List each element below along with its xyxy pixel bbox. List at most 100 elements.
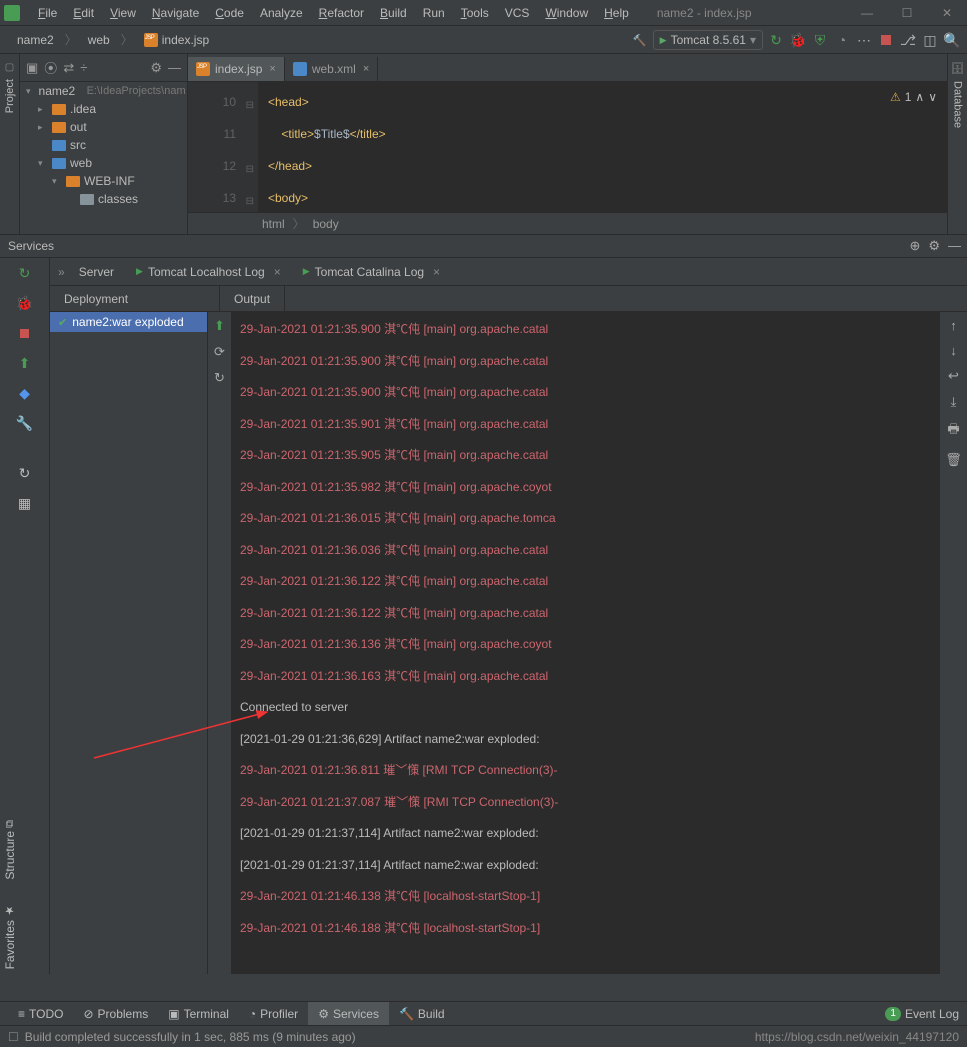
- breadcrumb-root[interactable]: name2: [8, 29, 63, 51]
- tree-src[interactable]: src: [20, 136, 187, 154]
- menu-vcs[interactable]: VCS: [497, 0, 538, 26]
- vcs-icon[interactable]: ⎇: [899, 31, 917, 49]
- col-deployment[interactable]: Deployment: [50, 286, 220, 311]
- hide-icon[interactable]: —: [168, 60, 181, 75]
- close-icon[interactable]: ×: [363, 63, 369, 75]
- menu-run[interactable]: Run: [415, 0, 453, 26]
- menu-edit[interactable]: Edit: [65, 0, 102, 26]
- menu-help[interactable]: Help: [596, 0, 637, 26]
- event-log-tab[interactable]: Event Log: [905, 1007, 959, 1021]
- tree-root[interactable]: ▾name2 E:\IdeaProjects\nam: [20, 82, 187, 100]
- console-line: 29-Jan-2021 01:21:36.122 淇℃伅 [main] org.…: [240, 598, 931, 630]
- code-token: $Title$: [314, 127, 350, 141]
- proj-sel-icon[interactable]: ▣: [26, 60, 38, 76]
- deploy-up-icon[interactable]: ⬆: [214, 318, 225, 334]
- debug-icon[interactable]: 🐞: [16, 294, 34, 312]
- menu-refactor[interactable]: Refactor: [311, 0, 372, 26]
- run-button[interactable]: ↻: [767, 31, 785, 49]
- tab-todo[interactable]: ≡ TODO: [8, 1002, 73, 1026]
- tab-web-xml[interactable]: web.xml×: [285, 57, 378, 81]
- tab-profiler[interactable]: ◔ Profiler: [239, 1002, 308, 1026]
- proj-collapse-icon[interactable]: ÷: [80, 60, 87, 75]
- menu-tools[interactable]: Tools: [453, 0, 497, 26]
- hide-icon[interactable]: —: [948, 238, 961, 254]
- tab-terminal[interactable]: ▣ Terminal: [158, 1002, 239, 1026]
- sidebar-favorites-tab[interactable]: Favorites ★: [3, 904, 17, 969]
- fold-icon[interactable]: ⊟: [246, 186, 254, 212]
- deploy-icon[interactable]: ⬆: [16, 354, 34, 372]
- scroll-end-icon[interactable]: ⤓: [951, 394, 957, 410]
- tab-services[interactable]: ⚙ Services: [308, 1002, 389, 1026]
- svc-add-icon[interactable]: ⊕: [909, 238, 920, 254]
- inspection-widget[interactable]: ⚠ 1 ∧ ∨: [890, 90, 937, 104]
- expand-icon[interactable]: »: [58, 265, 65, 279]
- menu-analyze[interactable]: Analyze: [252, 0, 311, 26]
- menu-view[interactable]: View: [102, 0, 144, 26]
- rerun-icon[interactable]: ↻: [16, 264, 34, 282]
- close-icon[interactable]: ×: [274, 265, 281, 279]
- code-text[interactable]: <head> <title>$Title$</title> </head> <b…: [258, 82, 967, 212]
- stop-button[interactable]: [877, 31, 895, 49]
- tab-index-jsp[interactable]: index.jsp×: [188, 57, 285, 81]
- breadcrumb-web[interactable]: web: [79, 29, 119, 51]
- fold-icon[interactable]: ⊟: [246, 90, 254, 122]
- close-icon[interactable]: ×: [433, 265, 440, 279]
- scroll-down-icon[interactable]: ↓: [950, 343, 957, 358]
- print-icon[interactable]: 🖶: [947, 420, 959, 442]
- minimize-button[interactable]: —: [847, 0, 887, 26]
- code-area[interactable]: 10 11 12 13 ⊟ ⊟ ⊟ <head> <title>$Title$<…: [188, 82, 967, 212]
- tree-webinf[interactable]: ▾WEB-INF: [20, 172, 187, 190]
- refresh-icon[interactable]: ↻: [16, 464, 34, 482]
- crumb-html[interactable]: html: [262, 217, 285, 231]
- maximize-button[interactable]: ☐: [887, 0, 927, 26]
- refresh2-icon[interactable]: ↻: [214, 370, 225, 386]
- tree-out[interactable]: ▸out: [20, 118, 187, 136]
- layout-icon[interactable]: ▦: [16, 494, 34, 512]
- sidebar-structure-tab[interactable]: Structure ⧉: [3, 820, 17, 880]
- coverage-button[interactable]: ⛨: [811, 31, 829, 49]
- down-icon[interactable]: ∨: [928, 90, 937, 104]
- crumb-body[interactable]: body: [313, 217, 339, 231]
- scroll-up-icon[interactable]: ↑: [950, 318, 957, 333]
- menu-navigate[interactable]: Navigate: [144, 0, 207, 26]
- wrench-icon[interactable]: 🔧: [16, 414, 34, 432]
- sidebar-project-tab[interactable]: Project: [4, 79, 16, 113]
- console-output[interactable]: 29-Jan-2021 01:21:35.900 淇℃伅 [main] org.…: [232, 312, 939, 974]
- tree-idea[interactable]: ▸.idea: [20, 100, 187, 118]
- proj-target-icon[interactable]: ⦿: [44, 58, 57, 77]
- breadcrumb-file[interactable]: index.jsp: [135, 29, 218, 51]
- col-output[interactable]: Output: [220, 286, 285, 311]
- search-icon[interactable]: 🔍: [943, 31, 961, 49]
- sync-icon[interactable]: ⟳: [214, 344, 225, 360]
- build-icon[interactable]: [631, 31, 649, 49]
- menu-file[interactable]: File: [30, 0, 65, 26]
- sidebar-database-tab[interactable]: Database: [952, 81, 964, 128]
- gear-icon[interactable]: ⚙: [928, 238, 940, 254]
- attach-button[interactable]: ⋯: [855, 31, 873, 49]
- gear-icon[interactable]: ⚙: [150, 60, 162, 76]
- proj-expand-icon[interactable]: ⇄: [63, 60, 74, 76]
- tab-build[interactable]: 🔨 Build: [389, 1002, 455, 1026]
- close-icon[interactable]: ×: [269, 63, 275, 75]
- tree-web[interactable]: ▾web: [20, 154, 187, 172]
- tab-localhost-log[interactable]: ▶Tomcat Localhost Log×: [128, 260, 289, 284]
- debug-button[interactable]: 🐞: [789, 31, 807, 49]
- split-icon[interactable]: ◫: [921, 31, 939, 49]
- clear-icon[interactable]: 🗑: [945, 452, 962, 468]
- soft-wrap-icon[interactable]: ↩: [948, 368, 959, 384]
- deployment-item[interactable]: ✔name2:war exploded: [50, 312, 207, 332]
- tab-server[interactable]: Server: [71, 260, 122, 284]
- up-icon[interactable]: ∧: [915, 90, 924, 104]
- tab-catalina-log[interactable]: ▶Tomcat Catalina Log×: [295, 260, 448, 284]
- tab-problems[interactable]: ⊘ Problems: [73, 1002, 158, 1026]
- profile-button[interactable]: ◔: [833, 31, 851, 49]
- fold-icon[interactable]: ⊟: [246, 154, 254, 186]
- menu-build[interactable]: Build: [372, 0, 415, 26]
- tree-classes[interactable]: classes: [20, 190, 187, 208]
- more-icon[interactable]: ◆: [16, 384, 34, 402]
- run-config-dropdown[interactable]: ▶ Tomcat 8.5.61 ▾: [653, 30, 763, 50]
- menu-code[interactable]: Code: [207, 0, 252, 26]
- stop-icon[interactable]: [16, 324, 34, 342]
- menu-window[interactable]: Window: [537, 0, 596, 26]
- close-button[interactable]: ✕: [927, 0, 967, 26]
